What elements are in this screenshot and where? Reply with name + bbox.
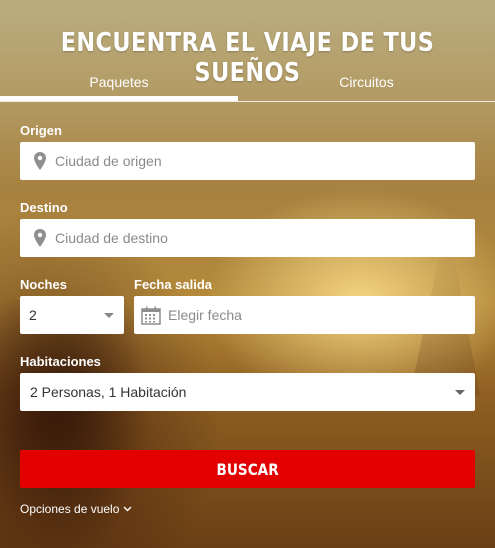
calendar-icon [141,306,161,325]
nights-select[interactable]: 2 [20,296,124,334]
tab-circuitos[interactable]: Circuitos [238,72,495,103]
search-button[interactable]: BUSCAR [20,450,475,488]
departure-date-input[interactable]: Elegir fecha [134,296,475,334]
destination-placeholder: Ciudad de destino [55,230,168,246]
departure-label: Fecha salida [134,277,213,292]
search-button-label: BUSCAR [216,459,279,479]
flight-options-toggle[interactable]: Opciones de vuelo [20,502,132,516]
chevron-down-icon [123,506,132,512]
destination-label: Destino [20,200,68,215]
departure-placeholder: Elegir fecha [168,307,242,323]
flight-options-label: Opciones de vuelo [20,502,120,516]
map-pin-icon [34,152,46,170]
chevron-down-icon [455,390,465,395]
destination-input[interactable]: Ciudad de destino [20,219,475,257]
nights-label: Noches [20,277,67,292]
nights-value: 2 [29,307,37,323]
rooms-label: Habitaciones [20,354,101,369]
chevron-down-icon [104,313,114,318]
tab-divider [0,101,495,102]
rooms-value: 2 Personas, 1 Habitación [30,384,187,400]
origin-input[interactable]: Ciudad de origen [20,142,475,180]
origin-label: Origen [20,123,62,138]
origin-placeholder: Ciudad de origen [55,153,162,169]
rooms-select[interactable]: 2 Personas, 1 Habitación [20,373,475,411]
map-pin-icon [34,229,46,247]
